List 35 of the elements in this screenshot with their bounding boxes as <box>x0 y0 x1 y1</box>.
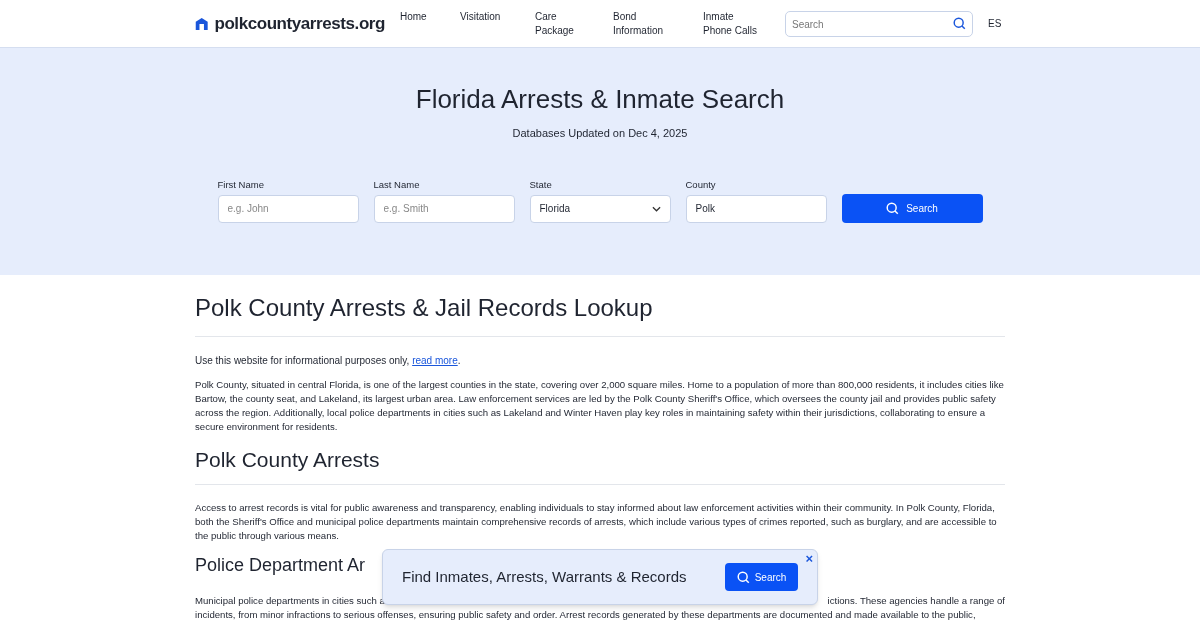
banner-title: Find Inmates, Arrests, Warrants & Records <box>402 566 687 587</box>
state-select[interactable]: Florida <box>529 194 671 223</box>
field-label: First Name <box>217 178 265 191</box>
banner-search-button[interactable]: Search <box>725 563 798 591</box>
hero-title: Florida Arrests & Inmate Search <box>415 83 785 115</box>
search-field[interactable]: Search <box>785 11 973 37</box>
update-date: Databases Updated on Dec 4, 2025 <box>512 126 688 141</box>
field-label: State <box>529 178 553 191</box>
nav-link[interactable]: Inmate Phone Calls <box>703 9 763 38</box>
search-icon <box>886 201 900 215</box>
input-field[interactable]: Polk <box>685 194 827 223</box>
search-icon <box>736 570 750 584</box>
site-logo[interactable]: polkcountyarrests.org <box>214 10 385 37</box>
intro-paragraph: Polk County, situated in central Florida, is one of the largest counties in the state, covering over 2,000 square miles. Home to a population of more than 800,000 residents, it includes cities like Bartow, the county seat, and Lakeland, its largest urban area. Law enforcement services are led by the Polk County Sheriff's Office, which oversees the county jail and provides public safety across the region. Additionally, local police departments in cities such as Lakeland and Winter Haven play key roles in maintaining safety within their jurisdictions, collaborating to ensure a secure environment for residents. <box>195 378 1005 434</box>
section-heading: Police Department Ar <box>195 554 366 577</box>
close-button[interactable]: × <box>805 552 813 566</box>
paragraph-text: incidents, from minor infractions to serious offenses, ensuring public safety and order. Arrest records generated by these departments are documented and made available to the public, <box>195 608 977 620</box>
section-heading: Polk County Arrests <box>195 446 1005 485</box>
input-field[interactable]: e.g. Smith <box>373 194 515 223</box>
nav-link[interactable]: Home <box>400 9 430 24</box>
notice-text: Use this website for informational purposes only, read more. <box>195 354 462 368</box>
page-heading: Polk County Arrests & Jail Records Lookup <box>195 293 1005 337</box>
field-label: County <box>685 178 717 191</box>
search-icon <box>953 16 966 30</box>
search-button[interactable]: Search <box>841 193 983 223</box>
field-label: Last Name <box>373 178 421 191</box>
read-more-link[interactable]: read more <box>412 355 458 366</box>
input-field[interactable]: e.g. John <box>217 194 359 223</box>
chevron-down-icon <box>651 205 661 212</box>
nav-link[interactable]: Care Package <box>535 9 583 38</box>
nav-link[interactable]: Bond Information <box>613 9 673 38</box>
section-paragraph: Access to arrest records is vital for public awareness and transparency, enabling individuals to stay informed about law enforcement activities within their community. In Polk County, Florida, both the Sheriff's Office and municipal police departments maintain comprehensive records of arrests, which include various types of crimes reported, such as burglary, and are accessible to the public through various means. <box>195 501 998 543</box>
nav-link[interactable]: Visitation <box>460 9 505 24</box>
paragraph-text: ictions. These agencies handle a range of <box>827 594 1005 608</box>
language-link[interactable]: ES <box>988 16 1002 31</box>
